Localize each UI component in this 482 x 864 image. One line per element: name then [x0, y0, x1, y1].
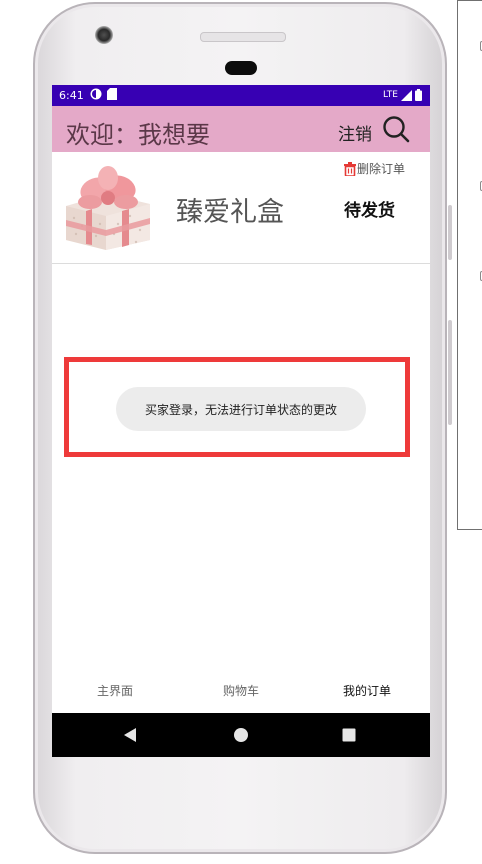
trash-icon: [344, 161, 356, 176]
home-circle-icon[interactable]: [211, 713, 271, 757]
order-status: 待发货: [344, 201, 395, 221]
system-navigation-bar: [52, 713, 430, 757]
order-list-item[interactable]: 删除订单 臻爱礼盒 待发货: [52, 152, 430, 264]
toast-message: 买家登录，无法进行订单状态的更改: [116, 387, 366, 431]
recents-square-icon[interactable]: [319, 713, 379, 757]
nav-item-cart[interactable]: 购物车: [178, 675, 304, 713]
sd-card-icon: [106, 88, 117, 103]
front-camera: [95, 26, 113, 44]
phone-side-button: [448, 205, 452, 260]
product-image: [60, 160, 154, 252]
toast-text: 买家登录，无法进行订单状态的更改: [144, 402, 337, 417]
battery-icon: [415, 89, 422, 101]
proximity-sensor: [225, 61, 257, 75]
phone-side-button: [448, 320, 452, 425]
notification-icon: [90, 88, 102, 103]
network-label: LTE: [383, 90, 398, 100]
logout-button[interactable]: 注销: [338, 120, 372, 145]
app-bar: 欢迎：我想要 注销: [52, 106, 430, 152]
status-time: 6:41: [59, 89, 84, 102]
delete-order-label: 删除订单: [357, 162, 406, 176]
device-screen: 6:41 LTE 欢迎：我想要 注销 删除订单 臻爱礼盒 待发货 买家登录，无法…: [52, 85, 430, 757]
search-icon[interactable]: [382, 115, 410, 147]
earpiece-speaker: [200, 32, 286, 42]
status-right: LTE: [383, 89, 422, 101]
delete-order-button[interactable]: 删除订单: [344, 160, 405, 177]
signal-icon: [401, 89, 412, 101]
page-title: 欢迎：我想要: [66, 121, 210, 149]
back-triangle-icon[interactable]: [100, 713, 160, 757]
bottom-navigation: 主界面 购物车 我的订单: [52, 675, 430, 713]
background-window: [457, 0, 482, 530]
nav-item-my-orders[interactable]: 我的订单: [304, 675, 430, 713]
nav-item-home[interactable]: 主界面: [52, 675, 178, 713]
product-name: 臻爱礼盒: [176, 197, 284, 228]
status-bar: 6:41 LTE: [52, 85, 430, 106]
